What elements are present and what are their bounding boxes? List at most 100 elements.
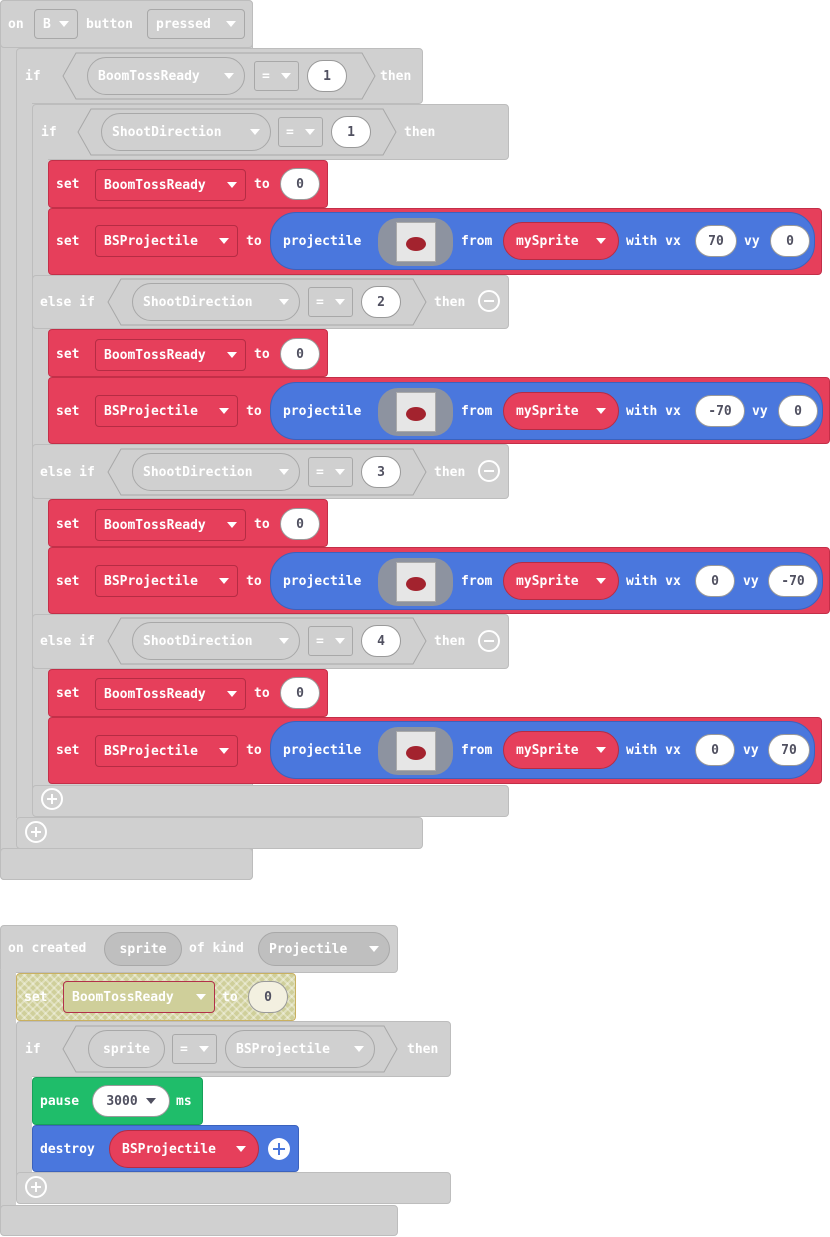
if-keyword: if: [25, 69, 41, 84]
set-keyword: set: [24, 990, 48, 1005]
pause-duration-dropdown[interactable]: 3000: [92, 1085, 170, 1117]
projectile-keyword: projectile: [283, 574, 362, 589]
branch3-variable-pill[interactable]: ShootDirection: [132, 453, 300, 491]
condition-right-pill[interactable]: BSProjectile: [225, 1030, 375, 1068]
to-keyword: to: [222, 990, 238, 1005]
set-value-input[interactable]: 0: [280, 168, 320, 200]
vx-input[interactable]: -70: [695, 395, 745, 427]
sprite-variable-pill[interactable]: mySprite: [503, 562, 619, 600]
outer-variable-pill[interactable]: BoomTossReady: [87, 57, 245, 95]
branch3-operator-dropdown[interactable]: =: [308, 457, 353, 487]
vx-input[interactable]: 0: [695, 565, 735, 597]
set-variable-dropdown[interactable]: BoomTossReady: [63, 981, 215, 1013]
to-keyword: to: [254, 177, 270, 192]
dropdown-arrow-icon: [226, 21, 236, 27]
add-branch-icon[interactable]: [41, 788, 63, 810]
with-vx-keyword: with vx: [626, 404, 681, 419]
button-dropdown[interactable]: B: [34, 9, 78, 39]
to-keyword: to: [246, 404, 262, 419]
on-created-label: on created: [8, 941, 87, 956]
set-value-input[interactable]: 0: [280, 338, 320, 370]
kind-dropdown[interactable]: Projectile: [258, 932, 390, 966]
inner-variable-pill[interactable]: ShootDirection: [101, 113, 271, 151]
sprite-variable-pill[interactable]: mySprite: [503, 222, 619, 260]
sprite-variable-pill[interactable]: mySprite: [503, 731, 619, 769]
from-keyword: from: [461, 404, 493, 419]
projectile-variable-dropdown[interactable]: BSProjectile: [95, 395, 238, 427]
direction-value-input[interactable]: 1: [331, 116, 371, 148]
set-keyword: set: [56, 234, 80, 249]
remove-branch-icon[interactable]: [478, 460, 500, 482]
vx-input[interactable]: 70: [695, 225, 737, 257]
from-keyword: from: [461, 743, 493, 758]
set-value-input[interactable]: 0: [248, 981, 288, 1013]
set-variable-dropdown[interactable]: BoomTossReady: [95, 509, 246, 541]
dropdown-arrow-icon: [279, 638, 289, 644]
projectile-variable-dropdown[interactable]: BSProjectile: [95, 735, 238, 767]
then-keyword: then: [404, 125, 436, 140]
projectile-variable-dropdown[interactable]: BSProjectile: [95, 565, 238, 597]
projectile-image-icon[interactable]: [396, 562, 436, 602]
dropdown-arrow-icon: [279, 299, 289, 305]
vx-input[interactable]: 0: [695, 734, 735, 766]
event2-footer: [0, 1205, 398, 1236]
projectile-keyword: projectile: [283, 234, 362, 249]
set-variable-dropdown[interactable]: BoomTossReady: [95, 339, 246, 371]
condition-operator-dropdown[interactable]: =: [172, 1034, 217, 1064]
direction-value-input[interactable]: 4: [361, 625, 401, 657]
if-keyword: if: [25, 1042, 41, 1057]
sprite-variable-pill[interactable]: mySprite: [503, 392, 619, 430]
projectile-image-icon[interactable]: [396, 392, 436, 432]
inner-if-keyword: if: [41, 125, 57, 140]
destroy-keyword: destroy: [40, 1142, 95, 1157]
vy-input[interactable]: -70: [768, 565, 818, 597]
ms-keyword: ms: [176, 1094, 192, 1109]
set-keyword: set: [56, 347, 80, 362]
destroy-variable-pill[interactable]: BSProjectile: [109, 1130, 259, 1168]
dropdown-arrow-icon: [369, 946, 379, 952]
outer-value-input[interactable]: 1: [307, 60, 347, 92]
projectile-image-icon[interactable]: [396, 731, 436, 771]
sprite-param-pill[interactable]: sprite: [104, 932, 182, 966]
add-parameter-icon[interactable]: [268, 1138, 290, 1160]
vy-input[interactable]: 70: [768, 734, 810, 766]
set-value-input[interactable]: 0: [280, 508, 320, 540]
event2-arm: [0, 970, 16, 1220]
direction-value-input[interactable]: 2: [361, 286, 401, 318]
branch2-operator-dropdown[interactable]: =: [308, 287, 353, 317]
set-variable-dropdown[interactable]: BoomTossReady: [95, 169, 246, 201]
dropdown-arrow-icon: [219, 578, 229, 584]
vy-input[interactable]: 0: [778, 395, 818, 427]
add-branch-icon[interactable]: [25, 821, 47, 843]
add-branch-icon[interactable]: [25, 1176, 47, 1198]
vy-input[interactable]: 0: [770, 225, 810, 257]
pause-keyword: pause: [40, 1094, 80, 1109]
from-keyword: from: [461, 574, 493, 589]
set-value-input[interactable]: 0: [280, 677, 320, 709]
vy-keyword: vy: [752, 404, 768, 419]
branch4-operator-dropdown[interactable]: =: [308, 626, 353, 656]
projectile-image-icon[interactable]: [396, 222, 436, 262]
condition-left-pill[interactable]: sprite: [88, 1030, 165, 1068]
vy-keyword: vy: [743, 574, 759, 589]
else-if-keyword: else if: [40, 634, 95, 649]
set-keyword: set: [56, 517, 80, 532]
then-keyword: then: [380, 69, 412, 84]
outer-operator-dropdown[interactable]: =: [254, 61, 299, 91]
remove-branch-icon[interactable]: [478, 630, 500, 652]
action-dropdown[interactable]: pressed: [147, 9, 245, 39]
projectile-variable-dropdown[interactable]: BSProjectile: [95, 225, 238, 257]
button-label: button: [86, 17, 133, 32]
with-vx-keyword: with vx: [626, 574, 681, 589]
to-keyword: to: [254, 517, 270, 532]
if-arm: [16, 1070, 32, 1180]
set-variable-dropdown[interactable]: BoomTossReady: [95, 678, 246, 710]
dropdown-arrow-icon: [59, 21, 69, 27]
direction-value-input[interactable]: 3: [361, 456, 401, 488]
branch2-variable-pill[interactable]: ShootDirection: [132, 283, 300, 321]
inner-operator-dropdown[interactable]: =: [278, 117, 323, 147]
remove-branch-icon[interactable]: [478, 290, 500, 312]
dropdown-arrow-icon: [596, 578, 606, 584]
else-if-keyword: else if: [40, 295, 95, 310]
branch4-variable-pill[interactable]: ShootDirection: [132, 622, 300, 660]
